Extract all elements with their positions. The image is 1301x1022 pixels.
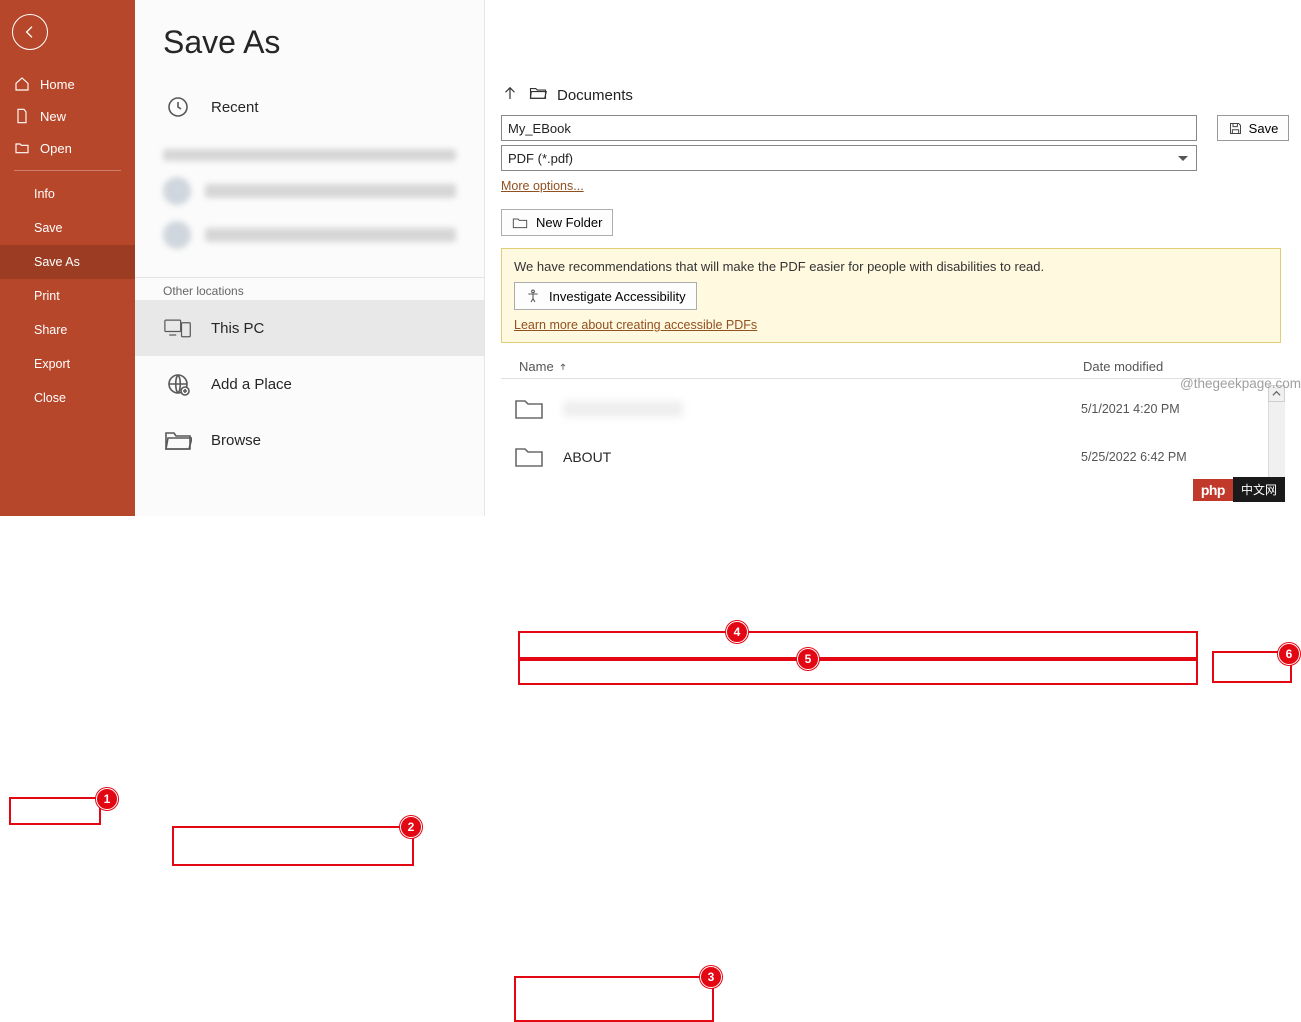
locations-panel: Save As Recent Other locations This PC A… (135, 0, 485, 516)
save-disk-icon (1228, 121, 1243, 136)
more-options-link[interactable]: More options... (493, 175, 592, 203)
save-button-label: Save (1249, 121, 1279, 136)
save-details-panel: Documents PDF (*.pdf) More options... Sa… (485, 0, 1301, 516)
php-badge: php 中文网 (1193, 477, 1285, 502)
nav-info[interactable]: Info (0, 177, 135, 211)
scroll-up-button[interactable] (1268, 385, 1285, 402)
notice-text: We have recommendations that will make t… (514, 259, 1268, 274)
file-name (563, 401, 683, 417)
nav-save-as[interactable]: Save As (0, 245, 135, 279)
breadcrumb-folder[interactable]: Documents (557, 87, 633, 104)
investigate-label: Investigate Accessibility (549, 289, 686, 304)
location-add-place[interactable]: Add a Place (135, 356, 484, 412)
pinned-recent-list (135, 135, 484, 269)
file-name: ABOUT (563, 449, 1065, 465)
list-item[interactable]: 5/1/2021 4:20 PM (501, 385, 1281, 433)
nav-new[interactable]: New (0, 100, 135, 132)
column-name-label: Name (519, 359, 554, 374)
file-list-header: Name Date modified (501, 353, 1281, 379)
home-icon (14, 76, 30, 92)
new-doc-icon (14, 108, 30, 124)
save-button[interactable]: Save (1217, 115, 1289, 141)
filename-input[interactable] (501, 115, 1197, 141)
folder-open-icon (529, 84, 547, 107)
pinned-item[interactable] (135, 169, 484, 213)
location-this-pc[interactable]: This PC (135, 300, 484, 356)
file-date: 5/25/2022 6:42 PM (1081, 450, 1271, 464)
arrow-up-icon (501, 84, 519, 102)
nav-print[interactable]: Print (0, 279, 135, 313)
back-button[interactable] (12, 14, 48, 50)
pinned-item[interactable] (135, 213, 484, 257)
sort-asc-icon (558, 360, 568, 375)
filetype-select[interactable]: PDF (*.pdf) (501, 145, 1197, 171)
nav-save[interactable]: Save (0, 211, 135, 245)
nav-home-label: Home (40, 77, 75, 92)
accessibility-icon (525, 288, 541, 304)
folder-icon (511, 443, 547, 471)
nav-home[interactable]: Home (0, 68, 135, 100)
location-browse-label: Browse (211, 432, 261, 449)
file-date: 5/1/2021 4:20 PM (1081, 402, 1271, 416)
php-badge-left: php (1193, 479, 1233, 501)
breadcrumb: Documents (493, 84, 1289, 115)
location-recent-label: Recent (211, 99, 259, 116)
file-list: 5/1/2021 4:20 PM ABOUT 5/25/2022 6:42 PM (501, 385, 1281, 481)
investigate-accessibility-button[interactable]: Investigate Accessibility (514, 282, 697, 310)
accessibility-notice: We have recommendations that will make t… (501, 248, 1281, 343)
location-browse[interactable]: Browse (135, 412, 484, 468)
nav-open-label: Open (40, 141, 72, 156)
nav-share[interactable]: Share (0, 313, 135, 347)
recent-clock-icon (163, 93, 193, 121)
this-pc-icon (163, 314, 193, 342)
filetype-value: PDF (*.pdf) (508, 151, 573, 166)
arrow-left-icon (22, 24, 38, 40)
nav-close[interactable]: Close (0, 381, 135, 415)
up-one-level-button[interactable] (501, 84, 519, 107)
location-this-pc-label: This PC (211, 320, 264, 337)
new-folder-label: New Folder (536, 215, 602, 230)
location-add-place-label: Add a Place (211, 376, 292, 393)
nav-separator (14, 170, 121, 171)
learn-accessible-pdf-link[interactable]: Learn more about creating accessible PDF… (514, 318, 1268, 332)
folder-icon (511, 395, 547, 423)
nav-export[interactable]: Export (0, 347, 135, 381)
other-locations-header: Other locations (135, 277, 484, 300)
nav-new-label: New (40, 109, 66, 124)
list-item[interactable]: ABOUT 5/25/2022 6:42 PM (501, 433, 1281, 481)
new-folder-button[interactable]: New Folder (501, 209, 613, 236)
php-badge-right: 中文网 (1233, 477, 1285, 502)
column-date[interactable]: Date modified (1083, 359, 1263, 374)
page-title: Save As (135, 10, 484, 79)
nav-open[interactable]: Open (0, 132, 135, 164)
new-folder-icon (512, 216, 528, 230)
open-folder-icon (14, 140, 30, 156)
backstage-sidebar: Home New Open Info Save Save As Print Sh… (0, 0, 135, 516)
add-place-icon (163, 370, 193, 398)
column-name[interactable]: Name (519, 359, 1083, 374)
browse-folder-icon (163, 426, 193, 454)
location-recent[interactable]: Recent (135, 79, 484, 135)
pinned-item[interactable] (135, 141, 484, 169)
